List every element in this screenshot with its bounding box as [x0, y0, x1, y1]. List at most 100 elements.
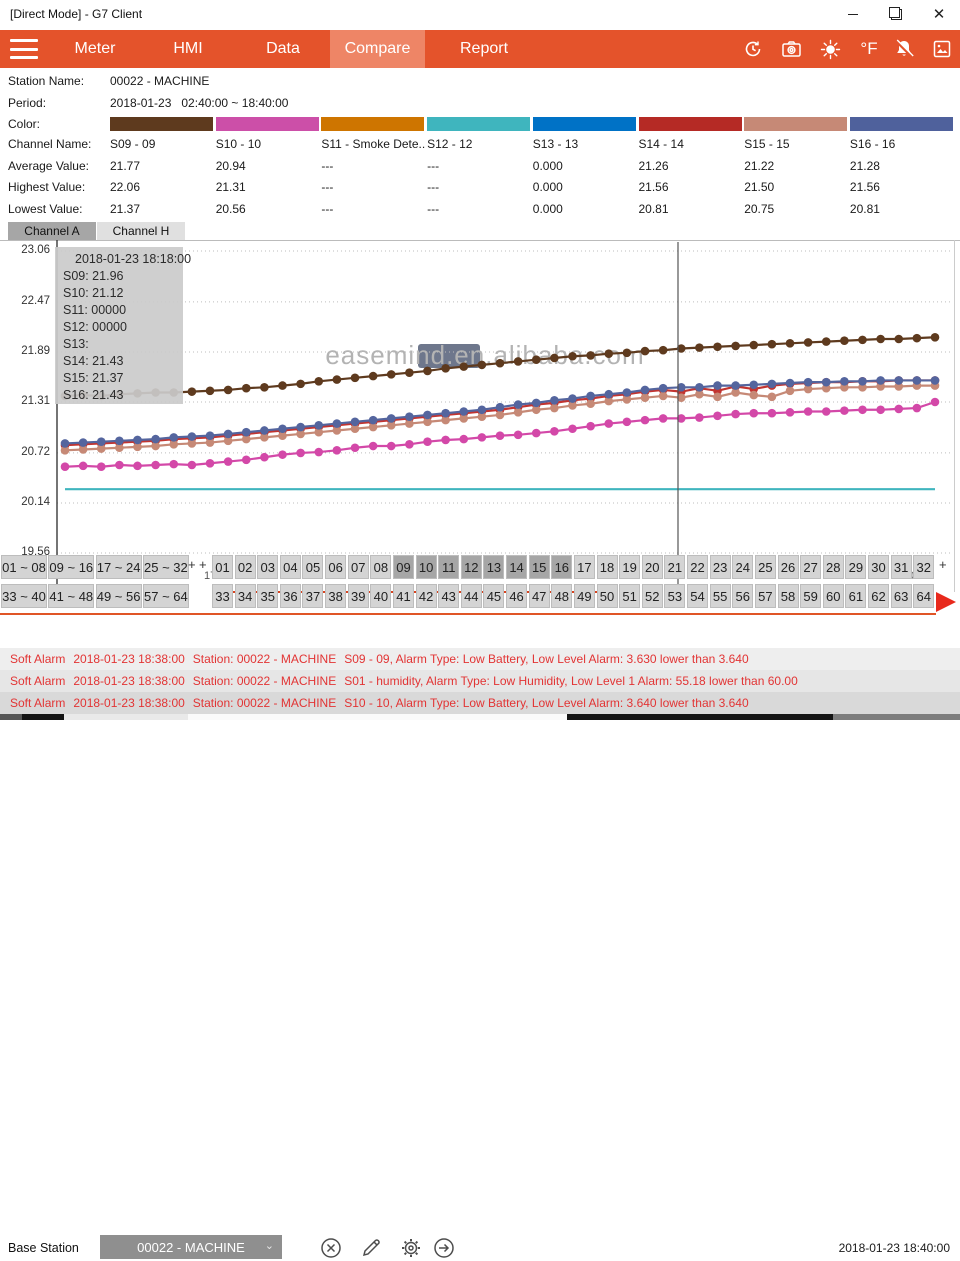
channel-number-button[interactable]: 56	[732, 584, 753, 608]
channel-number-button[interactable]: 34	[235, 584, 256, 608]
bell-muted-icon[interactable]	[892, 38, 916, 60]
channel-number-button[interactable]: 03	[257, 555, 278, 579]
camera-icon[interactable]	[779, 38, 803, 60]
base-station-dropdown[interactable]: 00022 - MACHINE ⌄	[100, 1235, 282, 1259]
channel-number-button[interactable]: 49	[574, 584, 595, 608]
zoom-plus-icon[interactable]: +	[939, 557, 947, 572]
sun-icon[interactable]	[818, 38, 842, 60]
channel-number-button[interactable]: 17	[574, 555, 595, 579]
channel-number-button[interactable]: 53	[664, 584, 685, 608]
channel-number-button[interactable]: 11	[438, 555, 459, 579]
channel-number-button[interactable]: 20	[642, 555, 663, 579]
image-icon[interactable]	[930, 38, 954, 60]
sync-icon[interactable]	[741, 38, 765, 60]
alarm-row: Soft Alarm2018-01-23 18:38:00Station: 00…	[0, 648, 960, 670]
channel-number-button[interactable]: 52	[642, 584, 663, 608]
channel-number-button[interactable]: 50	[597, 584, 618, 608]
range-button[interactable]: 49 ~ 56	[96, 584, 142, 608]
channel-number-button[interactable]: 04	[280, 555, 301, 579]
tab-channel-a[interactable]: Channel A	[8, 222, 96, 240]
channel-number-button[interactable]: 14	[506, 555, 527, 579]
channel-number-button[interactable]: 64	[913, 584, 934, 608]
channel-number-button[interactable]: 38	[325, 584, 346, 608]
range-button[interactable]: 41 ~ 48	[48, 584, 94, 608]
channel-number-button[interactable]: 41	[393, 584, 414, 608]
channel-number-button[interactable]: 32	[913, 555, 934, 579]
close-button[interactable]: ✕	[922, 0, 956, 28]
nav-item-meter[interactable]: Meter	[62, 30, 128, 68]
range-button[interactable]: 57 ~ 64	[143, 584, 189, 608]
channel-number-button[interactable]: 27	[800, 555, 821, 579]
nav-item-data[interactable]: Data	[254, 30, 312, 68]
channel-number-button[interactable]: 05	[302, 555, 323, 579]
channel-number-button[interactable]: 16	[551, 555, 572, 579]
channel-number-button[interactable]: 24	[732, 555, 753, 579]
range-button[interactable]: 09 ~ 16	[48, 555, 94, 579]
nav-item-hmi[interactable]: HMI	[160, 30, 216, 68]
channel-number-button[interactable]: 55	[710, 584, 731, 608]
channel-number-button[interactable]: 31	[891, 555, 912, 579]
channel-number-button[interactable]: 62	[868, 584, 889, 608]
channel-number-button[interactable]: 37	[302, 584, 323, 608]
zoom-plus-icon[interactable]: +	[199, 557, 207, 572]
channel-number-button[interactable]: 09	[393, 555, 414, 579]
channel-number-button[interactable]: 43	[438, 584, 459, 608]
channel-number-button[interactable]: 59	[800, 584, 821, 608]
channel-number-button[interactable]: 25	[755, 555, 776, 579]
channel-number-button[interactable]: 19	[619, 555, 640, 579]
channel-number-button[interactable]: 02	[235, 555, 256, 579]
channel-number-button[interactable]: 01	[212, 555, 233, 579]
cancel-circle-icon[interactable]	[318, 1235, 344, 1261]
channel-number-button[interactable]: 42	[416, 584, 437, 608]
channel-number-button[interactable]: 46	[506, 584, 527, 608]
channel-number-button[interactable]: 22	[687, 555, 708, 579]
channel-number-button[interactable]: 07	[348, 555, 369, 579]
range-button[interactable]: 01 ~ 08	[1, 555, 47, 579]
zoom-plus-icon[interactable]: +	[188, 557, 196, 572]
settings-gear-icon[interactable]	[398, 1235, 424, 1261]
channel-number-button[interactable]: 26	[778, 555, 799, 579]
edit-pencil-icon[interactable]	[358, 1235, 384, 1261]
channel-number-button[interactable]: 63	[891, 584, 912, 608]
channel-number-button[interactable]: 58	[778, 584, 799, 608]
channel-number-button[interactable]: 40	[370, 584, 391, 608]
channel-number-button[interactable]: 47	[529, 584, 550, 608]
range-button[interactable]: 25 ~ 32	[143, 555, 189, 579]
nav-item-compare[interactable]: Compare	[330, 30, 425, 68]
channel-number-button[interactable]: 06	[325, 555, 346, 579]
channel-number-button[interactable]: 28	[823, 555, 844, 579]
channel-number-button[interactable]: 08	[370, 555, 391, 579]
hamburger-menu-icon[interactable]	[10, 39, 38, 59]
next-page-arrow-icon[interactable]	[936, 592, 956, 612]
channel-number-button[interactable]: 60	[823, 584, 844, 608]
channel-number-button[interactable]: 12	[461, 555, 482, 579]
channel-number-button[interactable]: 61	[845, 584, 866, 608]
channel-number-button[interactable]: 45	[483, 584, 504, 608]
channel-number-button[interactable]: 51	[619, 584, 640, 608]
channel-number-button[interactable]: 10	[416, 555, 437, 579]
channel-number-button[interactable]: 36	[280, 584, 301, 608]
fahrenheit-icon[interactable]: °F	[854, 38, 884, 60]
nav-item-report[interactable]: Report	[443, 30, 525, 68]
channel-number-button[interactable]: 23	[710, 555, 731, 579]
export-arrow-icon[interactable]	[431, 1235, 457, 1261]
channel-number-button[interactable]: 21	[664, 555, 685, 579]
channel-number-button[interactable]: 15	[529, 555, 550, 579]
channel-number-button[interactable]: 44	[461, 584, 482, 608]
color-swatch	[744, 117, 847, 131]
maximize-button[interactable]	[879, 0, 913, 28]
channel-number-button[interactable]: 13	[483, 555, 504, 579]
channel-number-button[interactable]: 29	[845, 555, 866, 579]
channel-number-button[interactable]: 18	[597, 555, 618, 579]
channel-number-button[interactable]: 48	[551, 584, 572, 608]
channel-number-button[interactable]: 35	[257, 584, 278, 608]
range-button[interactable]: 17 ~ 24	[96, 555, 142, 579]
channel-number-button[interactable]: 30	[868, 555, 889, 579]
channel-number-button[interactable]: 57	[755, 584, 776, 608]
range-button[interactable]: 33 ~ 40	[1, 584, 47, 608]
channel-number-button[interactable]: 39	[348, 584, 369, 608]
tab-channel-h[interactable]: Channel H	[97, 222, 185, 240]
channel-number-button[interactable]: 33	[212, 584, 233, 608]
minimize-button[interactable]	[836, 0, 870, 28]
channel-number-button[interactable]: 54	[687, 584, 708, 608]
